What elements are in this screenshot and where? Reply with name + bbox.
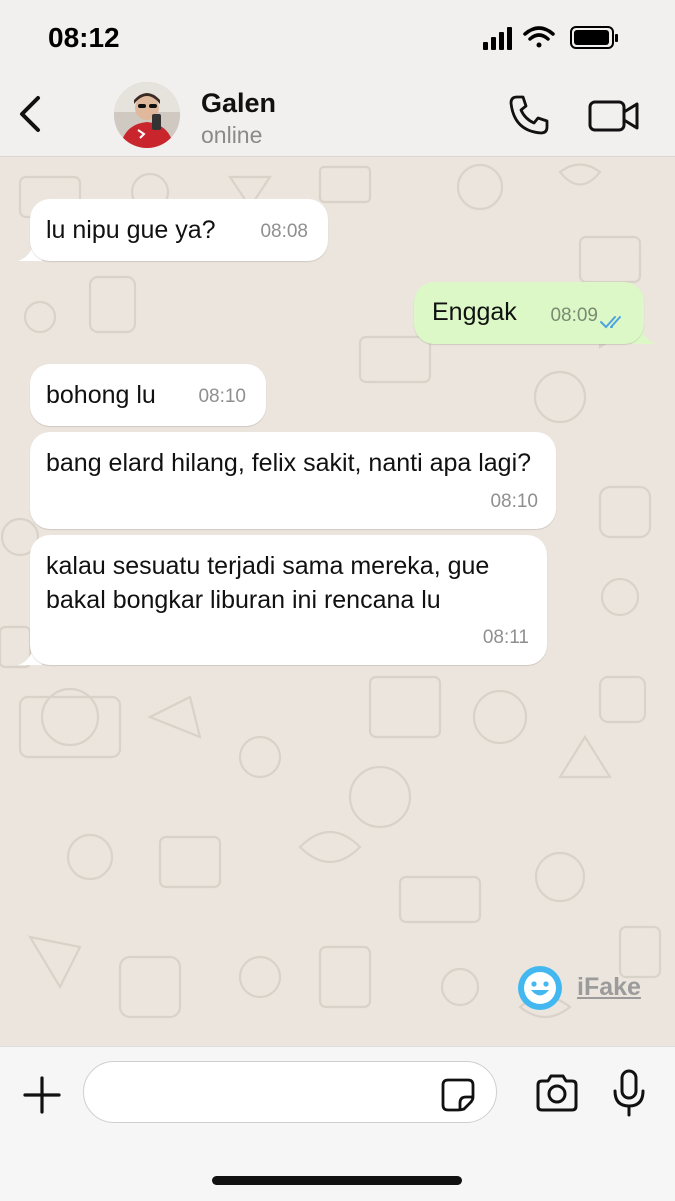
ifake-logo-icon: [518, 966, 562, 1010]
back-icon[interactable]: [16, 94, 46, 134]
contact-name[interactable]: Galen: [201, 88, 276, 119]
battery-icon: [570, 26, 618, 49]
call-icon[interactable]: [508, 94, 550, 136]
message-input[interactable]: [83, 1061, 497, 1123]
message-time: 08:10: [198, 386, 246, 407]
signal-icon: [483, 27, 512, 50]
camera-icon[interactable]: [535, 1073, 579, 1113]
message-incoming[interactable]: kalau sesuatu terjadi sama mereka, gue b…: [30, 535, 547, 665]
message-time: 08:08: [260, 221, 308, 242]
double-check-icon: [600, 314, 628, 330]
ifake-watermark: iFake: [517, 965, 657, 1015]
status-bar: 08:12: [0, 0, 675, 76]
avatar-image: [114, 82, 180, 148]
message-incoming[interactable]: lu nipu gue ya? 08:08: [30, 199, 328, 261]
message-outgoing[interactable]: Enggak 08:09: [414, 282, 644, 344]
microphone-icon[interactable]: [612, 1069, 646, 1117]
wifi-icon: [523, 26, 555, 48]
message-time: 08:09: [550, 305, 598, 326]
video-call-icon[interactable]: [588, 98, 640, 134]
input-bar: [0, 1046, 675, 1201]
message-time: 08:11: [482, 627, 529, 648]
chat-header: Galen online: [0, 76, 675, 157]
watermark-label: iFake: [577, 973, 641, 1001]
home-indicator[interactable]: [212, 1176, 462, 1185]
chat-area[interactable]: lu nipu gue ya? 08:08 Enggak 08:09 bohon…: [0, 157, 675, 1046]
contact-status: online: [201, 122, 263, 148]
message-incoming[interactable]: bohong lu 08:10: [30, 364, 266, 426]
status-time: 08:12: [48, 22, 120, 53]
status-icons: [483, 26, 618, 50]
plus-icon[interactable]: [22, 1075, 62, 1115]
message-time: 08:10: [490, 491, 538, 512]
message-text: kalau sesuatu terjadi sama mereka, gue b…: [46, 552, 490, 614]
sticker-icon[interactable]: [440, 1077, 476, 1113]
message-text: bang elard hilang, felix sakit, nanti ap…: [46, 449, 532, 477]
message-incoming[interactable]: bang elard hilang, felix sakit, nanti ap…: [30, 432, 556, 529]
avatar[interactable]: [114, 82, 180, 148]
